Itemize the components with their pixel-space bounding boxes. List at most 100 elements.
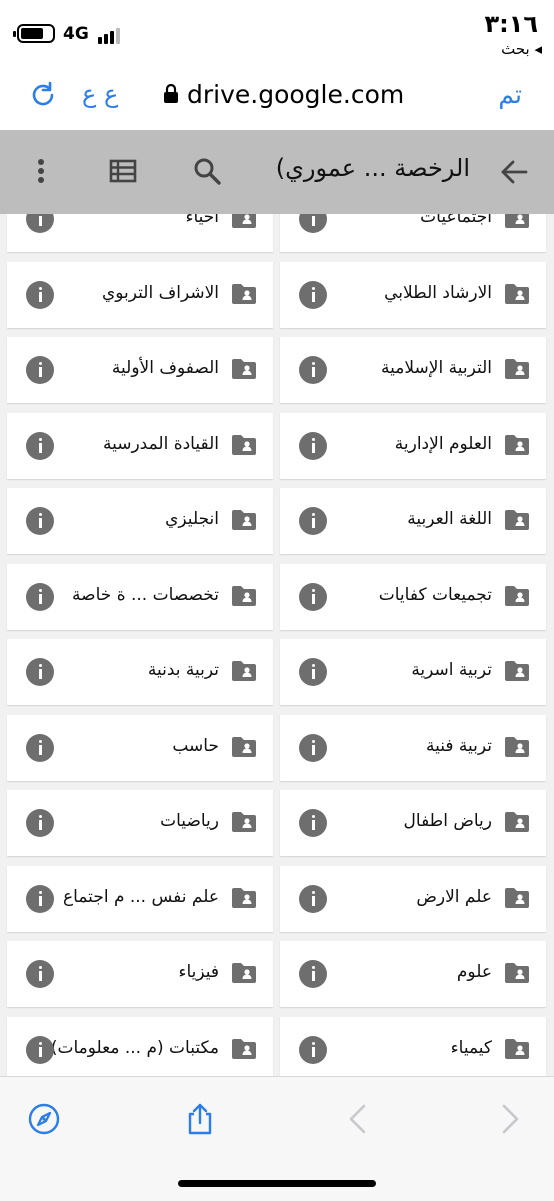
folder-item[interactable]: علم نفس ... م اجتماع [7,865,273,932]
info-icon[interactable] [26,884,54,913]
back-to-app-link[interactable]: ◂ بحث [501,40,542,58]
folder-name: تخصصات ... ة خاصة [72,584,219,605]
folder-item[interactable]: الارشاد الطلابي [280,261,546,328]
folder-item[interactable]: علوم [280,941,546,1007]
shared-folder-icon [232,510,256,530]
info-icon[interactable] [26,214,54,233]
info-icon[interactable] [26,507,54,535]
folder-name: تربية بدنية [147,660,219,680]
info-icon[interactable] [26,280,54,309]
shared-folder-icon [505,510,529,530]
shared-folder-icon [505,214,529,228]
info-icon[interactable] [299,960,327,988]
folder-item[interactable]: فيزياء [7,941,273,1007]
info-icon[interactable] [299,658,327,686]
folder-item[interactable]: الصفوف الأولية [7,337,273,403]
text-size-button[interactable]: ع ع [82,80,118,108]
folder-name: تربية اسرية [411,660,492,680]
folder-name: مكتبات (م ... معلومات) [50,1037,219,1058]
info-icon[interactable] [299,356,327,384]
shared-folder-icon [505,585,529,606]
folder-item[interactable]: رياضيات [7,790,273,856]
back-nav-icon[interactable] [342,1102,376,1136]
shared-folder-icon [232,283,256,304]
shared-folder-icon [232,359,256,379]
network-type: 4G [63,24,89,44]
folder-name: علم نفس ... م اجتماع [63,886,219,907]
folder-name: الاشراف التربوي [101,282,219,303]
info-icon[interactable] [26,960,54,988]
info-icon[interactable] [299,884,327,913]
shared-folder-icon [505,283,529,304]
folder-name: احياء [185,214,219,227]
drive-header: الرخصة ... عموري) [0,130,554,214]
battery-icon [13,24,55,43]
folder-item[interactable]: مكتبات (م ... معلومات) [7,1016,273,1076]
compass-icon[interactable] [27,1102,61,1136]
info-icon[interactable] [299,1035,327,1064]
folder-name: رياضيات [160,811,219,831]
shared-folder-icon [232,214,256,228]
folder-item[interactable]: علم الارض [280,865,546,932]
shared-folder-icon [505,736,529,757]
folder-name: علوم [456,962,492,982]
info-icon[interactable] [299,507,327,535]
folder-item[interactable]: تربية فنية [280,714,546,781]
more-vert-icon[interactable] [26,156,56,186]
info-icon[interactable] [26,733,54,762]
info-icon[interactable] [26,431,54,460]
folder-item[interactable]: اللغة العربية [280,488,546,554]
info-icon[interactable] [299,582,327,611]
folder-item[interactable]: رياض اطفال [280,790,546,856]
lock-icon [164,84,178,103]
shared-folder-icon [505,359,529,379]
reload-icon[interactable] [28,80,58,110]
shared-folder-icon [505,661,529,681]
info-icon[interactable] [26,658,54,686]
folder-name: اجتماعيات [420,214,492,227]
folder-item[interactable]: تجميعات كفايات [280,563,546,630]
folder-name: العلوم الإدارية [394,433,492,454]
shared-folder-icon [232,661,256,681]
forward-nav-icon[interactable] [492,1102,526,1136]
folder-name: تجميعات كفايات [378,584,492,605]
folder-item[interactable]: كيمياء [280,1016,546,1076]
folder-name: تربية فنية [426,735,492,756]
folder-item[interactable]: انجليزي [7,488,273,554]
info-icon[interactable] [26,809,54,837]
info-icon[interactable] [26,1035,54,1064]
url-text[interactable]: drive.google.com [187,80,404,109]
folder-item[interactable]: العلوم الإدارية [280,412,546,479]
folder-name: الصفوف الأولية [111,358,219,378]
folder-item[interactable]: تربية اسرية [280,639,546,705]
folder-item[interactable]: الاشراف التربوي [7,261,273,328]
done-button[interactable]: تم [498,80,522,109]
info-icon[interactable] [26,582,54,611]
info-icon[interactable] [299,809,327,837]
folder-title: الرخصة ... عموري) [275,154,470,182]
folder-name: اللغة العربية [407,509,492,529]
shared-folder-icon [232,434,256,455]
list-view-icon[interactable] [108,156,138,186]
info-icon[interactable] [26,356,54,384]
info-icon[interactable] [299,280,327,309]
info-icon[interactable] [299,733,327,762]
folder-item[interactable]: القيادة المدرسية [7,412,273,479]
folder-item[interactable]: حاسب [7,714,273,781]
folder-item[interactable]: تربية بدنية [7,639,273,705]
folder-name: حاسب [172,735,219,756]
back-arrow-icon[interactable] [500,158,528,186]
folder-item[interactable]: التربية الإسلامية [280,337,546,403]
search-icon[interactable] [192,156,222,186]
share-icon[interactable] [183,1102,217,1136]
folder-item[interactable]: اجتماعيات [280,214,546,252]
folder-name: التربية الإسلامية [381,358,492,378]
info-icon[interactable] [299,214,327,233]
info-icon[interactable] [299,431,327,460]
shared-folder-icon [232,963,256,983]
folder-item[interactable]: احياء [7,214,273,252]
folder-name: فيزياء [178,962,219,982]
home-indicator [178,1180,376,1187]
folder-item[interactable]: تخصصات ... ة خاصة [7,563,273,630]
shared-folder-icon [232,585,256,606]
